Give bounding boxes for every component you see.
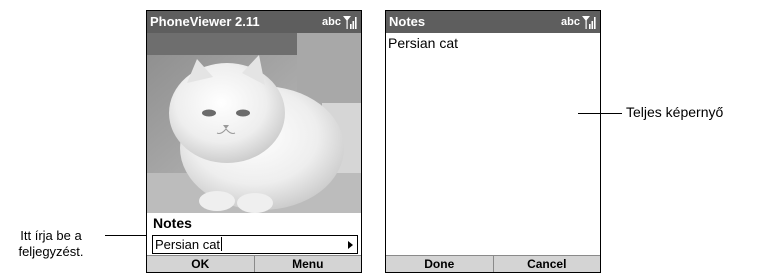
note-input-value: Persian cat [155,237,221,252]
cat-photo [147,33,361,213]
notes-label: Notes [153,215,192,231]
phoneviewer-screen: PhoneViewer 2.11 abc Notes Persian cat O… [146,10,362,273]
ok-softkey[interactable]: OK [147,256,254,272]
note-text-area[interactable]: Persian cat [388,35,458,51]
signal-strength-icon [582,15,596,29]
softkey-bar: Done Cancel [386,255,600,272]
notes-title: Notes [389,14,426,29]
leader-line-left [105,235,151,236]
callout-full-screen: Teljes képernyő [626,104,724,120]
arrow-right-icon[interactable] [348,241,353,249]
note-input[interactable]: Persian cat [152,235,358,254]
text-caret [221,237,223,251]
menu-softkey[interactable]: Menu [253,256,362,272]
input-mode-indicator: abc [561,16,580,28]
status-area: abc [561,11,596,33]
done-softkey[interactable]: Done [386,256,493,272]
signal-strength-icon [343,15,357,29]
notes-fullscreen: Notes abc Persian cat Done Cancel [385,10,601,273]
callout-note-entry-line2: feljegyzést. [18,244,84,259]
callout-note-entry: Itt írja be a feljegyzést. [0,228,102,260]
app-title: PhoneViewer 2.11 [150,14,260,29]
input-mode-indicator: abc [322,16,341,28]
status-area: abc [322,11,357,33]
title-bar: PhoneViewer 2.11 abc [147,11,361,33]
title-bar: Notes abc [386,11,600,33]
cancel-softkey[interactable]: Cancel [492,256,601,272]
callout-note-entry-line1: Itt írja be a [20,228,82,243]
leader-line-right [578,113,622,114]
softkey-bar: OK Menu [147,255,361,272]
